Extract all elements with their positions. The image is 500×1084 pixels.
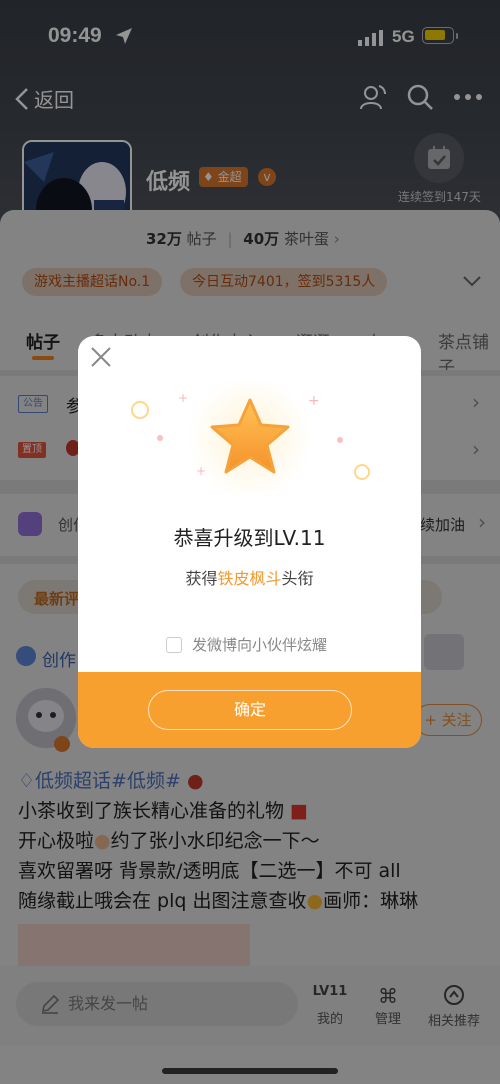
share-checkbox-row[interactable]: 发微博向小伙伴炫耀	[166, 634, 327, 655]
svg-text:+: +	[178, 391, 188, 405]
share-label: 发微博向小伙伴炫耀	[192, 636, 328, 654]
close-icon[interactable]	[90, 346, 112, 368]
dialog-title: 恭喜升级到LV.11	[173, 526, 326, 550]
svg-text:+: +	[308, 393, 320, 409]
dialog-sub-suffix: 头衔	[281, 569, 314, 588]
dialog-sub-prefix: 获得	[185, 569, 218, 588]
dialog-subtitle: 获得铁皮枫斗头衔	[78, 565, 421, 589]
svg-text:+: +	[196, 464, 206, 478]
star-icon: + + +	[131, 380, 370, 500]
dialog-title-reward: 铁皮枫斗	[217, 569, 282, 588]
confirm-button[interactable]: 确定	[148, 690, 352, 730]
home-indicator	[162, 1068, 338, 1074]
share-checkbox[interactable]	[166, 636, 182, 653]
